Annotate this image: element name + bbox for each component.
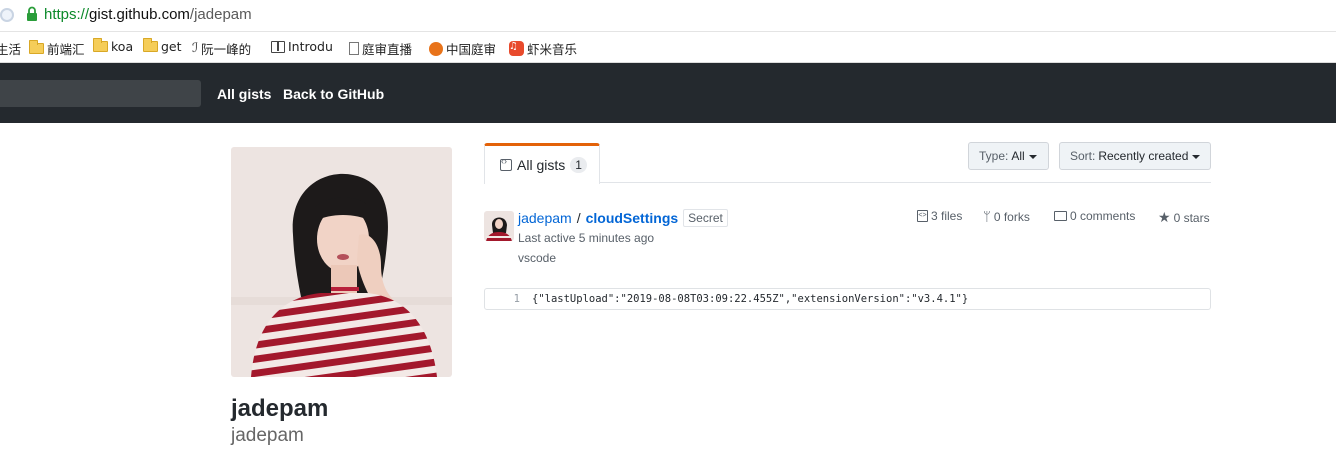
profile-login: jadepam <box>231 425 304 446</box>
bookmark-label: Introdu <box>288 39 333 54</box>
bookmark-tingshenzhibo[interactable]: 庭审直播 <box>349 39 412 58</box>
back-to-github-link[interactable]: Back to GitHub <box>283 86 384 102</box>
stars-link[interactable]: ★ 0 stars <box>1158 209 1210 226</box>
person-icon: ℐ <box>192 41 199 56</box>
line-number: 1 <box>513 293 520 305</box>
bookmark-label: 阮一峰的 <box>201 42 252 57</box>
tab-all-gists[interactable]: All gists 1 <box>484 143 600 184</box>
bookmark-shenghuo[interactable]: 生活 <box>0 39 21 58</box>
bookmark-label: get <box>161 39 182 54</box>
type-filter-value: All <box>1011 149 1025 163</box>
bookmark-label: 生活 <box>0 42 22 57</box>
star-icon: ★ <box>1158 209 1171 225</box>
bookmark-ruanyifeng[interactable]: ℐ 阮一峰的 <box>192 39 251 58</box>
type-filter-button[interactable]: Type: All <box>968 142 1049 170</box>
sort-button[interactable]: Sort: Recently created <box>1059 142 1211 170</box>
gist-description: vscode <box>518 251 557 265</box>
bookmark-zhongguotingshen[interactable]: 中国庭审 <box>429 39 496 58</box>
book-icon <box>271 40 285 53</box>
caret-down-icon <box>1028 154 1037 159</box>
url-text[interactable]: https://gist.github.com/jadepam <box>44 6 252 23</box>
gist-title: jadepam / cloudSettings Secret <box>518 209 728 227</box>
profile-avatar[interactable] <box>231 147 452 377</box>
forks-link[interactable]: ᛘ 0 forks <box>983 209 1030 224</box>
folder-icon <box>143 38 158 52</box>
bookmark-label: 前端汇 <box>47 42 85 57</box>
files-link[interactable]: <> 3 files <box>917 209 962 223</box>
sort-value: Recently created <box>1098 149 1189 163</box>
gist-name-link[interactable]: cloudSettings <box>586 210 679 226</box>
comment-icon <box>1054 211 1067 221</box>
court-logo-icon <box>429 41 443 56</box>
gist-count-badge: 1 <box>570 157 587 173</box>
gist-owner-link[interactable]: jadepam <box>518 210 572 226</box>
xiami-icon: ♫ <box>509 41 524 56</box>
bookmarks-bar: 生活 前端汇 koa get ℐ 阮一峰的 Introdu 庭审直播 中国庭审 … <box>0 32 1336 63</box>
site-info-icon[interactable] <box>0 8 14 22</box>
avatar-thumb <box>484 211 514 241</box>
code-line: {"lastUpload":"2019-08-08T03:09:22.455Z"… <box>532 293 969 305</box>
comments-count: 0 comments <box>1070 209 1136 223</box>
profile-name: jadepam <box>231 395 329 422</box>
files-count: 3 files <box>931 209 963 223</box>
lock-icon <box>27 6 37 21</box>
gist-file-preview[interactable]: 1 {"lastUpload":"2019-08-08T03:09:22.455… <box>484 288 1211 310</box>
caret-down-icon <box>1192 154 1201 159</box>
document-icon <box>349 42 359 55</box>
sort-label: Sort: <box>1070 149 1096 163</box>
forks-count: 0 forks <box>993 209 1030 224</box>
folder-icon <box>93 38 108 52</box>
fork-icon: ᛘ <box>983 209 991 224</box>
code-file-icon: <> <box>917 210 928 222</box>
bookmark-label: 中国庭审 <box>446 42 497 57</box>
search-input[interactable] <box>0 80 201 107</box>
bookmark-label: 虾米音乐 <box>527 42 578 57</box>
bookmark-xiami[interactable]: ♫ 虾米音乐 <box>509 39 577 58</box>
folder-icon <box>29 40 44 54</box>
browser-address-bar[interactable]: https://gist.github.com/jadepam <box>0 0 1336 32</box>
title-separator: / <box>576 210 581 226</box>
bookmark-label: 庭审直播 <box>362 42 413 57</box>
bookmark-koa[interactable]: koa <box>93 38 134 54</box>
comments-link[interactable]: 0 comments <box>1054 209 1135 223</box>
bookmark-label: koa <box>111 39 134 54</box>
code-icon <box>500 156 512 171</box>
avatar-photo <box>231 147 452 377</box>
type-filter-label: Type: <box>979 149 1009 163</box>
all-gists-link[interactable]: All gists <box>217 86 271 102</box>
secret-badge: Secret <box>683 209 728 227</box>
gist-owner-avatar[interactable] <box>484 211 514 241</box>
bookmark-qianduanhui[interactable]: 前端汇 <box>29 39 85 58</box>
gist-header: All gists Back to GitHub <box>0 63 1336 123</box>
bookmark-get[interactable]: get <box>143 38 182 54</box>
tab-label: All gists <box>517 157 566 173</box>
stars-count: 0 stars <box>1173 210 1210 225</box>
bookmark-introdu[interactable]: Introdu <box>271 39 333 54</box>
last-active-text: Last active 5 minutes ago <box>518 231 655 245</box>
